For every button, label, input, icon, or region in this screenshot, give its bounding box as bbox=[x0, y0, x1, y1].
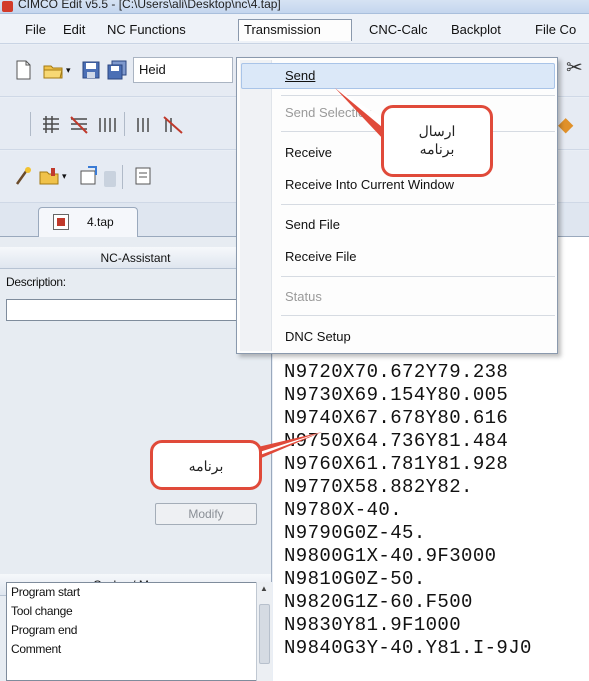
code-line[interactable]: N9780X-40. bbox=[284, 499, 402, 521]
macro-comment[interactable]: Comment bbox=[11, 642, 61, 656]
menu-nc-functions[interactable]: NC Functions bbox=[102, 19, 191, 41]
toolbar-separator bbox=[122, 165, 123, 189]
cut-icon[interactable]: ✂ bbox=[566, 55, 583, 80]
renumber-icon[interactable] bbox=[40, 114, 62, 136]
transmission-menu: Send Send Selection Receive Receive Into… bbox=[236, 57, 558, 354]
title-bar: CIMCO Edit v5.5 - [C:\Users\ali\Desktop\… bbox=[0, 0, 589, 14]
insert-spaces-icon[interactable] bbox=[96, 114, 118, 136]
description-field[interactable] bbox=[6, 299, 268, 321]
insert-file-icon[interactable] bbox=[78, 165, 100, 187]
code-line[interactable]: N9730X69.154Y80.005 bbox=[284, 384, 508, 406]
save-icon[interactable] bbox=[80, 59, 102, 81]
plugin-icon[interactable]: ◆ bbox=[558, 112, 573, 137]
send-program-callout: ارسال برنامه bbox=[381, 105, 493, 177]
code-line[interactable]: N9810G0Z-50. bbox=[284, 568, 426, 590]
macro-tool-change[interactable]: Tool change bbox=[11, 604, 73, 618]
code-line[interactable]: N9720X70.672Y79.238 bbox=[284, 361, 508, 383]
menu-separator bbox=[281, 95, 555, 96]
scroll-thumb[interactable] bbox=[259, 604, 270, 664]
control-type-selector[interactable]: Heid bbox=[133, 57, 233, 83]
macro-program-start[interactable]: Program start bbox=[11, 585, 80, 599]
code-line[interactable]: N9740X67.678Y80.616 bbox=[284, 407, 508, 429]
menu-backplot[interactable]: Backplot bbox=[446, 19, 506, 41]
macro-program-end[interactable]: Program end bbox=[11, 623, 77, 637]
program-callout: برنامه bbox=[150, 440, 262, 490]
folder-tools-icon[interactable] bbox=[38, 165, 60, 187]
new-file-icon[interactable] bbox=[12, 59, 34, 81]
menu-transmission[interactable]: Transmission bbox=[238, 19, 352, 41]
macro-list: Program start Tool change Program end Co… bbox=[6, 582, 272, 681]
callout-line-2: برنامه bbox=[419, 141, 455, 157]
tap-file-icon bbox=[53, 214, 69, 230]
nc-assistant-header: NC-Assistant bbox=[0, 247, 271, 269]
menu-item-status[interactable]: Status bbox=[285, 289, 322, 304]
remove-numbers-icon[interactable] bbox=[68, 114, 90, 136]
menu-file[interactable]: File bbox=[20, 19, 51, 41]
menu-separator bbox=[281, 276, 555, 277]
toolbar-separator bbox=[124, 112, 125, 136]
menu-item-send[interactable]: Send bbox=[285, 68, 315, 83]
code-line[interactable]: N9770X58.882Y82. bbox=[284, 476, 473, 498]
toolbar-grip[interactable] bbox=[104, 171, 116, 187]
menu-cnc-calc[interactable]: CNC-Calc bbox=[364, 19, 433, 41]
folder-dropdown-icon[interactable]: ▾ bbox=[62, 171, 67, 182]
print-preview-icon[interactable] bbox=[132, 165, 154, 187]
code-line[interactable]: N9820G1Z-60.F500 bbox=[284, 591, 473, 613]
open-folder-icon[interactable] bbox=[42, 59, 64, 81]
scroll-up-icon[interactable]: ▲ bbox=[260, 584, 268, 593]
modify-button[interactable]: Modify bbox=[155, 503, 257, 525]
macro-scrollbar[interactable]: ▲ bbox=[256, 582, 272, 681]
wizard-icon[interactable] bbox=[12, 165, 34, 187]
menu-separator bbox=[281, 204, 555, 205]
menu-bar: File Edit NC Functions Transmission CNC-… bbox=[0, 14, 589, 44]
menu-item-send-file[interactable]: Send File bbox=[285, 217, 340, 232]
menu-item-send-selection[interactable]: Send Selection bbox=[285, 105, 372, 120]
tab-label: 4.tap bbox=[87, 215, 114, 229]
remove-comments-icon[interactable] bbox=[162, 114, 184, 136]
menu-icon-gutter bbox=[240, 60, 272, 351]
cimco-edit-window: CIMCO Edit v5.5 - [C:\Users\ali\Desktop\… bbox=[0, 0, 589, 681]
callout-line-1: ارسال bbox=[418, 123, 456, 139]
menu-item-receive[interactable]: Receive bbox=[285, 145, 332, 160]
app-icon bbox=[2, 1, 13, 12]
remove-spaces-icon[interactable] bbox=[134, 114, 156, 136]
menu-item-receive-into-window[interactable]: Receive Into Current Window bbox=[285, 177, 454, 192]
tab-4-tap[interactable]: 4.tap bbox=[38, 207, 138, 237]
description-label: Description: bbox=[6, 275, 66, 289]
window-title: CIMCO Edit v5.5 - [C:\Users\ali\Desktop\… bbox=[18, 0, 281, 11]
open-dropdown-icon[interactable]: ▾ bbox=[66, 65, 71, 76]
code-line[interactable]: N9750X64.736Y81.484 bbox=[284, 430, 508, 452]
code-line[interactable]: N9790G0Z-45. bbox=[284, 522, 426, 544]
menu-item-receive-file[interactable]: Receive File bbox=[285, 249, 357, 264]
code-line[interactable]: N9830Y81.9F1000 bbox=[284, 614, 461, 636]
save-all-icon[interactable] bbox=[106, 59, 128, 81]
menu-separator bbox=[281, 315, 555, 316]
menu-item-dnc-setup[interactable]: DNC Setup bbox=[285, 329, 351, 344]
code-line[interactable]: N9840G3Y-40.Y81.I-9J0 bbox=[284, 637, 532, 659]
menu-file-compare[interactable]: File Co bbox=[530, 19, 581, 41]
toolbar-separator bbox=[30, 112, 31, 136]
menu-edit[interactable]: Edit bbox=[58, 19, 90, 41]
code-line[interactable]: N9760X61.781Y81.928 bbox=[284, 453, 508, 475]
code-line[interactable]: N9800G1X-40.9F3000 bbox=[284, 545, 496, 567]
